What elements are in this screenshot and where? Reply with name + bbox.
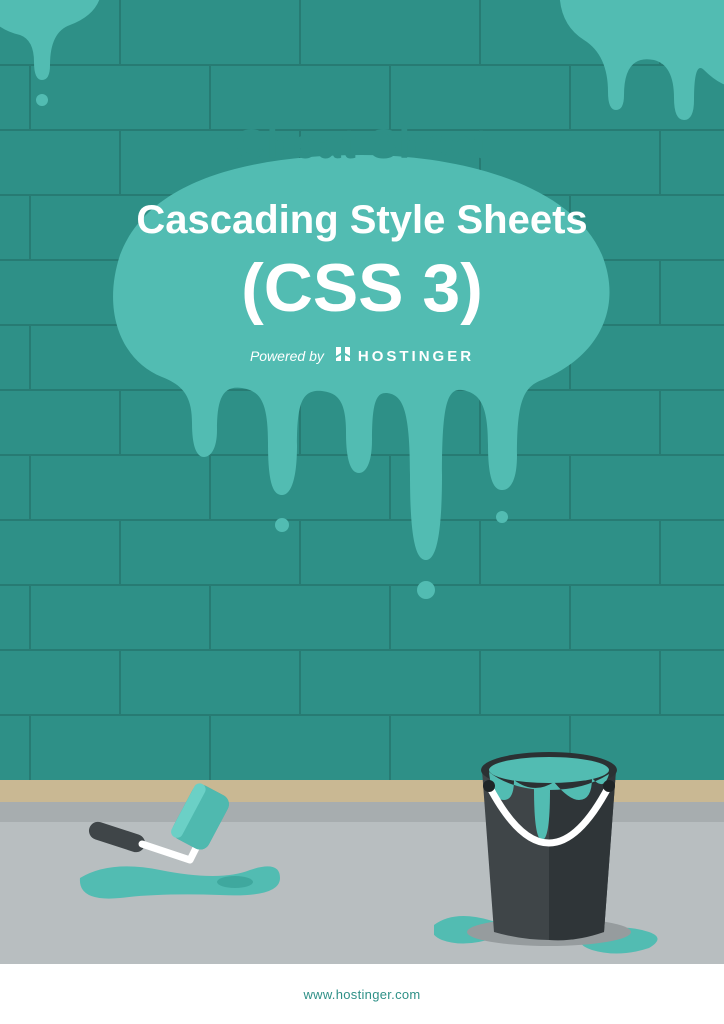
hostinger-logo-icon bbox=[334, 345, 352, 367]
brand-text: HOSTINGER bbox=[358, 348, 474, 365]
footer: www.hostinger.com bbox=[0, 964, 724, 1024]
pretitle: Cheat Sheet bbox=[0, 120, 724, 168]
subtitle: Cascading Style Sheets bbox=[0, 198, 724, 243]
powered-label: Powered by bbox=[250, 348, 324, 364]
title-block: Cheat Sheet Cascading Style Sheets (CSS … bbox=[0, 120, 724, 367]
paint-bucket-illustration bbox=[434, 700, 664, 960]
footer-url: www.hostinger.com bbox=[303, 987, 420, 1002]
paint-roller-illustration bbox=[70, 730, 290, 910]
paint-splash-top-left bbox=[0, 0, 120, 130]
powered-by-line: Powered by HOSTINGER bbox=[0, 345, 724, 367]
main-title: (CSS 3) bbox=[0, 249, 724, 327]
brand-label: HOSTINGER bbox=[334, 345, 474, 367]
